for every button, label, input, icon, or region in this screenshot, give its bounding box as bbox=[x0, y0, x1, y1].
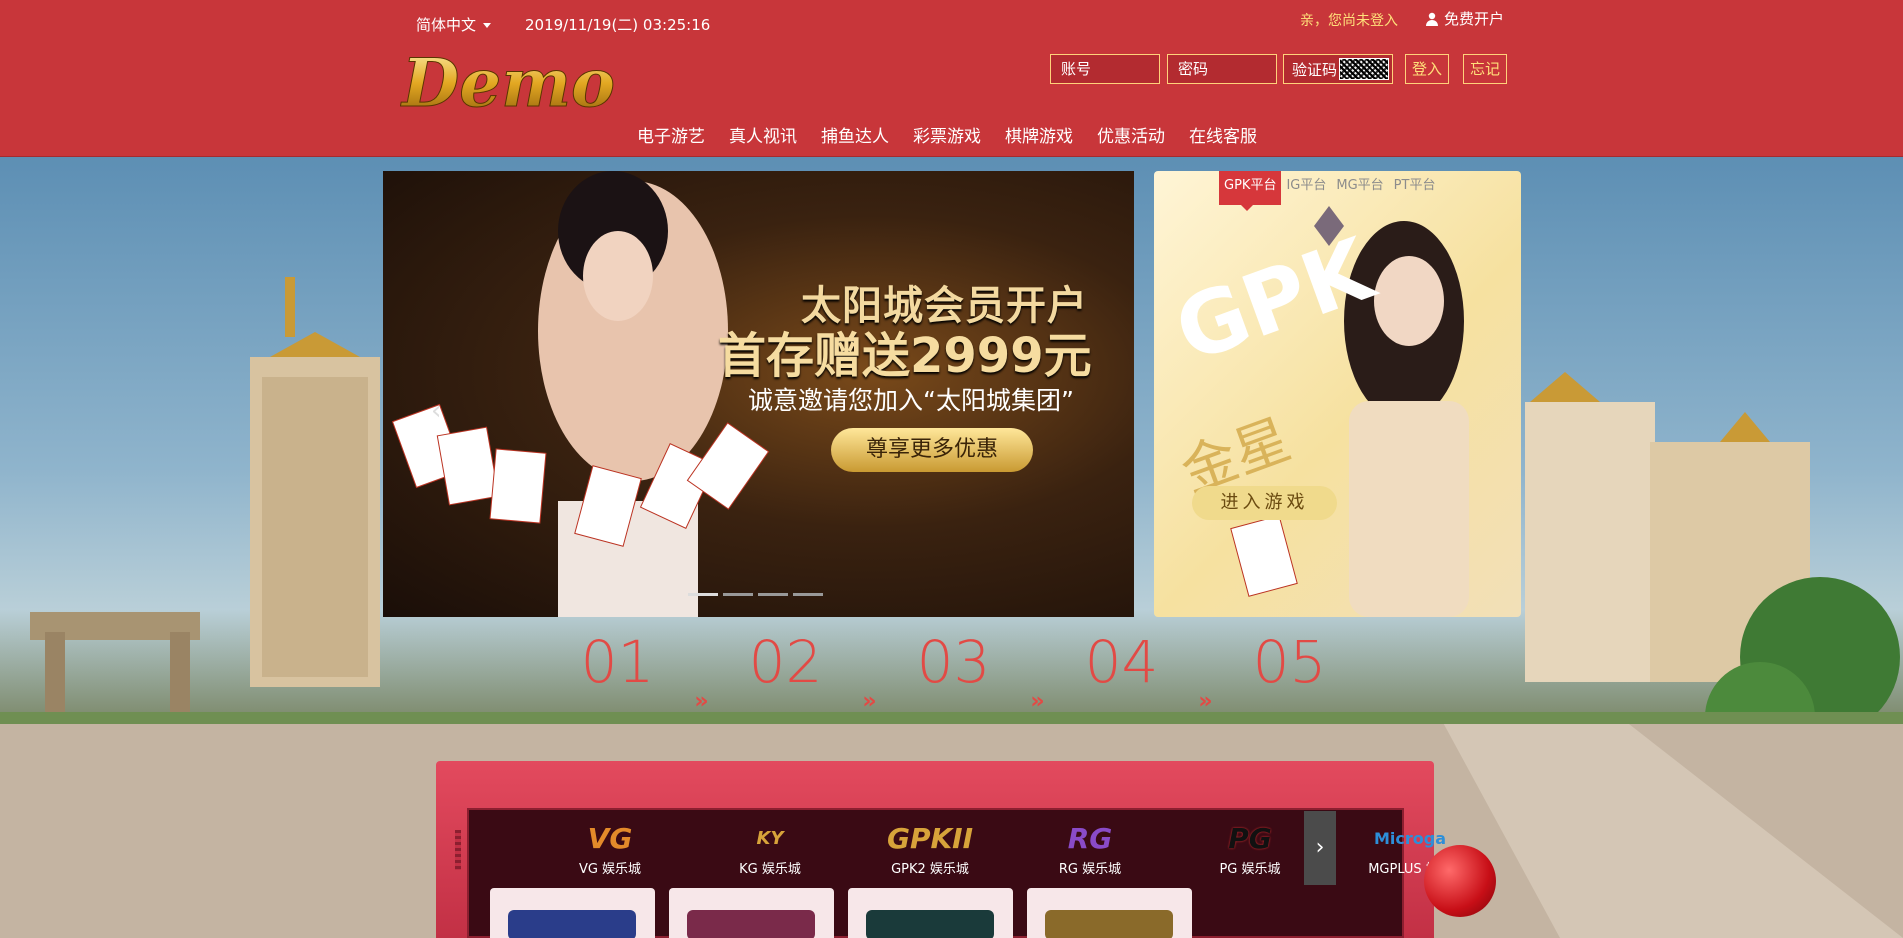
provider-label: VG 娱乐城 bbox=[578, 862, 642, 877]
chevron-down-icon bbox=[483, 23, 492, 28]
captcha-image[interactable] bbox=[1339, 58, 1390, 80]
nav-item-cards[interactable]: 棋牌游戏 bbox=[1005, 122, 1073, 147]
cabinet-vent bbox=[455, 830, 461, 870]
provider-tab-kg[interactable]: KY KG 娱乐城 bbox=[690, 822, 850, 878]
nav-item-live[interactable]: 真人视讯 bbox=[729, 122, 797, 147]
game-thumbnail[interactable] bbox=[669, 888, 834, 938]
provider-tab-gpk2[interactable]: GPKII GPK2 娱乐城 bbox=[850, 821, 1010, 878]
banner-prev-arrow[interactable]: ‹ bbox=[431, 396, 441, 426]
game-thumbnail[interactable] bbox=[490, 888, 655, 938]
platform-tabs: GPK平台 IG平台 MG平台 PT平台 bbox=[1219, 171, 1441, 211]
game-thumbnail[interactable] bbox=[1027, 888, 1192, 938]
chevron-right-icon[interactable]: › bbox=[1304, 811, 1336, 885]
game-provider-tabs: VG VG 娱乐城 KY KG 娱乐城 GPKII GPK2 娱乐城 RG RG… bbox=[530, 821, 1490, 878]
double-chevron-right-icon: » bbox=[694, 689, 709, 714]
account-input[interactable] bbox=[1050, 54, 1160, 84]
step-number: 03 bbox=[916, 628, 991, 696]
language-label: 简体中文 bbox=[416, 16, 477, 34]
captcha-field[interactable]: 验证码 bbox=[1283, 54, 1393, 84]
step-item[interactable]: 04 bbox=[1064, 631, 1179, 697]
provider-tab-rg[interactable]: RG RG 娱乐城 bbox=[1010, 821, 1170, 878]
double-chevron-right-icon: » bbox=[1198, 689, 1213, 714]
gpk2-logo: GPKII bbox=[886, 821, 974, 855]
nav-item-lottery[interactable]: 彩票游戏 bbox=[913, 122, 981, 147]
rg-logo: RG bbox=[1067, 821, 1113, 855]
step-number: 01 bbox=[580, 628, 655, 696]
banner-dot[interactable] bbox=[793, 593, 823, 596]
double-chevron-right-icon: » bbox=[862, 689, 877, 714]
tab-gpk[interactable]: GPK平台 bbox=[1219, 171, 1282, 211]
step-number: 02 bbox=[748, 628, 823, 696]
logo-text: Demo bbox=[400, 44, 615, 122]
login-status: 亲，您尚未登入 bbox=[1300, 13, 1398, 29]
register-label: 免费开户 bbox=[1444, 10, 1505, 28]
provider-label: GPK2 娱乐城 bbox=[891, 862, 969, 877]
step-item[interactable]: 02 bbox=[728, 631, 843, 697]
ky-logo: KY bbox=[756, 827, 784, 849]
provider-label: RG 娱乐城 bbox=[1058, 862, 1122, 877]
tab-pt[interactable]: PT平台 bbox=[1389, 171, 1441, 205]
joystick-decoration bbox=[1424, 845, 1496, 917]
step-number: 05 bbox=[1252, 628, 1327, 696]
banner-dot[interactable] bbox=[688, 593, 718, 596]
tab-mg[interactable]: MG平台 bbox=[1331, 171, 1388, 205]
nav-item-fishing[interactable]: 捕鱼达人 bbox=[821, 122, 889, 147]
step-number: 04 bbox=[1084, 628, 1159, 696]
promo-banner[interactable]: ‹ 太阳城会员开户 首存赠送2999元 诚意邀请您加入“太阳城集团” 尊享更多优… bbox=[383, 171, 1134, 617]
banner-cta-button[interactable]: 尊享更多优惠 bbox=[831, 428, 1033, 472]
banner-invite: 诚意邀请您加入“太阳城集团” bbox=[748, 386, 1074, 415]
user-icon bbox=[1426, 12, 1438, 26]
login-button[interactable]: 登入 bbox=[1405, 54, 1449, 84]
provider-tab-vg[interactable]: VG VG 娱乐城 bbox=[530, 821, 690, 878]
captcha-label: 验证码 bbox=[1292, 60, 1338, 79]
banner-pagination bbox=[688, 593, 823, 596]
password-input[interactable] bbox=[1167, 54, 1277, 84]
banner-dot[interactable] bbox=[723, 593, 753, 596]
register-link[interactable]: 免费开户 bbox=[1425, 8, 1504, 29]
main-nav: 电子游艺 真人视讯 捕鱼达人 彩票游戏 棋牌游戏 优惠活动 在线客服 bbox=[637, 122, 1281, 147]
step-item[interactable]: 05 bbox=[1232, 631, 1347, 697]
nav-item-support[interactable]: 在线客服 bbox=[1189, 122, 1257, 147]
step-item[interactable]: 03 bbox=[896, 631, 1011, 697]
nav-item-promotions[interactable]: 优惠活动 bbox=[1097, 122, 1165, 147]
banner-subtitle: 首存赠送2999元 bbox=[718, 328, 1092, 384]
registration-steps: 01 » 02 » 03 » 04 » 05 bbox=[560, 631, 1347, 714]
forgot-button[interactable]: 忘记 bbox=[1463, 54, 1507, 84]
site-logo[interactable]: Demo bbox=[400, 44, 615, 126]
provider-label: KG 娱乐城 bbox=[739, 862, 801, 877]
header: 简体中文 2019/11/19(二) 03:25:16 亲，您尚未登入 免费开户… bbox=[0, 0, 1903, 157]
platform-panel: GPK平台 IG平台 MG平台 PT平台 GPK 金星 进入游戏 bbox=[1154, 171, 1521, 617]
double-chevron-right-icon: » bbox=[1030, 689, 1045, 714]
language-selector[interactable]: 简体中文 bbox=[416, 14, 492, 35]
banner-dot[interactable] bbox=[758, 593, 788, 596]
tab-ig[interactable]: IG平台 bbox=[1281, 171, 1331, 205]
game-thumbnail[interactable] bbox=[848, 888, 1013, 938]
nav-item-slots[interactable]: 电子游艺 bbox=[637, 122, 705, 147]
vg-logo: VG bbox=[587, 821, 633, 855]
enter-game-button[interactable]: 进入游戏 bbox=[1192, 486, 1337, 520]
step-item[interactable]: 01 bbox=[560, 631, 675, 697]
game-thumbnails bbox=[490, 888, 1192, 938]
datetime: 2019/11/19(二) 03:25:16 bbox=[525, 16, 711, 34]
